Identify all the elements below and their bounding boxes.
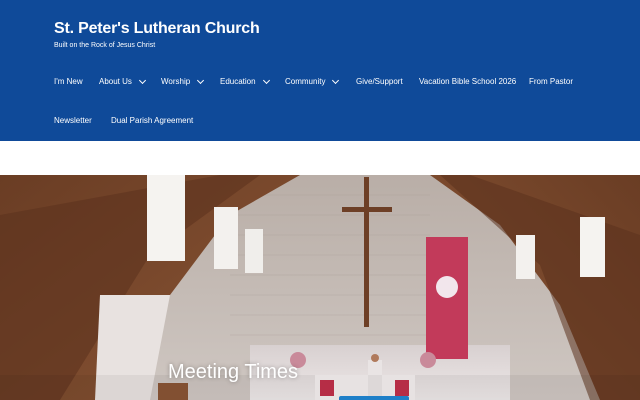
chevron-down-icon: [262, 76, 270, 84]
nav-item-im-new[interactable]: I'm New: [54, 77, 83, 86]
chevron-down-icon: [332, 76, 340, 84]
site-tagline: Built on the Rock of Jesus Christ: [54, 42, 156, 49]
nav-item-education[interactable]: Education: [220, 76, 270, 86]
site-header: St. Peter's Lutheran Church Built on the…: [0, 0, 640, 141]
nav-item-label: Vacation Bible School 2026: [419, 77, 517, 86]
nav-item-community[interactable]: Community: [285, 76, 340, 86]
nav-item-label: I'm New: [54, 77, 83, 86]
nav-item-newsletter[interactable]: Newsletter: [54, 116, 92, 125]
nav-item-label: Worship: [161, 77, 191, 86]
nav-item-worship[interactable]: Worship: [161, 76, 205, 86]
nav-item-from-pastor[interactable]: From Pastor: [529, 77, 573, 86]
chevron-down-icon: [138, 76, 146, 84]
hero-title: Meeting Times: [168, 361, 299, 383]
hero-cta-button[interactable]: [339, 396, 409, 400]
hero-banner: Meeting Times: [0, 175, 640, 400]
nav-item-vacation-bible-school[interactable]: Vacation Bible School 2026: [419, 77, 516, 86]
nav-item-about-us[interactable]: About Us: [99, 76, 146, 86]
nav-item-label: Dual Parish Agreement: [111, 116, 194, 125]
nav-item-label: Give/Support: [356, 77, 403, 86]
site-title[interactable]: St. Peter's Lutheran Church: [54, 20, 260, 38]
nav-item-dual-parish-agreement[interactable]: Dual Parish Agreement: [111, 116, 193, 125]
nav-item-give-support[interactable]: Give/Support: [356, 77, 403, 86]
nav-item-label: From Pastor: [529, 77, 574, 86]
church-interior-image: [0, 175, 640, 400]
nav-item-label: Education: [220, 77, 256, 86]
nav-item-label: Newsletter: [54, 116, 92, 125]
nav-item-label: Community: [285, 77, 326, 86]
chevron-down-icon: [197, 76, 205, 84]
nav-item-label: About Us: [99, 77, 132, 86]
